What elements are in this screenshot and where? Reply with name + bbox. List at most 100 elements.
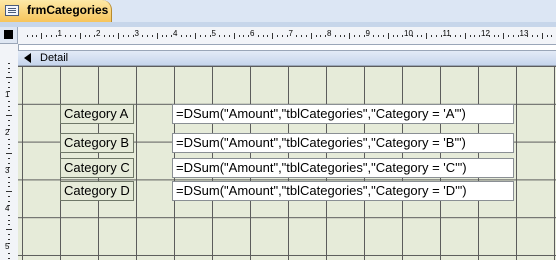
- label-category-d[interactable]: Category D: [60, 181, 134, 201]
- ruler-number: 3: [134, 29, 139, 38]
- ruler-tick: [488, 35, 490, 37]
- ruler-tick: [8, 238, 10, 240]
- ruler-tick: [6, 229, 12, 230]
- ruler-tick: [233, 33, 235, 39]
- form-selector[interactable]: [0, 27, 18, 44]
- ruler-tick: [228, 35, 230, 37]
- ruler-tick: [344, 35, 346, 37]
- detail-section[interactable]: Category A =DSum("Amount","tblCategories…: [18, 66, 556, 260]
- tab-label: frmCategories: [27, 3, 109, 17]
- ruler-tick: [8, 105, 10, 107]
- ruler-number: 5: [5, 242, 10, 251]
- ruler-tick: [541, 33, 543, 39]
- ruler-number: 4: [5, 204, 10, 213]
- ruler-tick: [190, 35, 192, 37]
- ruler-tick: [8, 110, 10, 112]
- ruler-tick: [334, 35, 336, 37]
- label-category-a[interactable]: Category A: [60, 104, 134, 124]
- ruler-tick: [147, 35, 149, 37]
- ruler-tick: [8, 233, 10, 235]
- form-selector-icon: [4, 30, 13, 39]
- ruler-tick: [6, 153, 12, 154]
- ruler-tick: [459, 35, 461, 37]
- textbox-category-a[interactable]: =DSum("Amount","tblCategories","Category…: [172, 104, 514, 124]
- ruler-tick: [204, 35, 206, 37]
- ruler-number: 8: [327, 29, 332, 38]
- ruler-number: 1: [57, 29, 62, 38]
- ruler-number: 5: [211, 29, 216, 38]
- ruler-tick: [536, 35, 538, 37]
- ruler-tick: [79, 33, 81, 39]
- textbox-category-b[interactable]: =DSum("Amount","tblCategories","Category…: [172, 133, 514, 153]
- ruler-tick: [498, 35, 500, 37]
- horizontal-ruler[interactable]: 1234567891011121314: [18, 27, 556, 45]
- ruler-tick: [8, 214, 10, 216]
- ruler-tick: [50, 35, 52, 37]
- ruler-tick: [8, 81, 10, 83]
- label-category-c[interactable]: Category C: [60, 158, 134, 178]
- ruler-tick: [382, 35, 384, 37]
- ruler-tick: [6, 191, 12, 192]
- ruler-tick: [26, 35, 28, 37]
- ruler-tick: [8, 181, 10, 183]
- ruler-tick: [310, 33, 312, 39]
- ruler-tick: [74, 35, 76, 37]
- ruler-tick: [8, 176, 10, 178]
- ruler-tick: [41, 33, 43, 39]
- ruler-number: 4: [173, 29, 178, 38]
- ruler-tick: [142, 35, 144, 37]
- ruler-number: 2: [5, 128, 10, 137]
- ruler-tick: [103, 35, 105, 37]
- ruler-tick: [113, 35, 115, 37]
- ruler-tick: [8, 252, 10, 254]
- ruler-tick: [6, 77, 12, 78]
- ruler-tick: [512, 35, 514, 37]
- ruler-tick: [373, 35, 375, 37]
- ruler-number: 3: [5, 166, 10, 175]
- ruler-tick: [84, 35, 86, 37]
- tab-frmcategories[interactable]: frmCategories: [0, 0, 112, 22]
- ruler-tick: [8, 162, 10, 164]
- ruler-tick: [397, 35, 399, 37]
- ruler-tick: [546, 35, 548, 37]
- textbox-category-d[interactable]: =DSum("Amount","tblCategories","Category…: [172, 181, 514, 201]
- ruler-tick: [532, 35, 534, 37]
- ruler-tick: [31, 35, 33, 37]
- ruler-number: 1: [5, 90, 10, 99]
- ruler-tick: [296, 35, 298, 37]
- ruler-tick: [127, 35, 129, 37]
- ruler-tick: [503, 33, 505, 39]
- ruler-tick: [262, 35, 264, 37]
- ruler-tick: [8, 219, 10, 221]
- ruler-tick: [257, 35, 259, 37]
- ruler-number: 9: [365, 29, 370, 38]
- ruler-tick: [354, 35, 356, 37]
- ruler-tick: [527, 35, 529, 37]
- ruler-tick: [6, 115, 12, 116]
- ruler-tick: [185, 35, 187, 37]
- ruler-tick: [315, 35, 317, 37]
- ruler-number: 2: [96, 29, 101, 38]
- ruler-tick: [320, 35, 322, 37]
- ruler-tick: [46, 35, 48, 37]
- ruler-tick: [238, 35, 240, 37]
- ruler-tick: [243, 35, 245, 37]
- ruler-tick: [8, 195, 10, 197]
- detail-section-header[interactable]: Detail: [18, 50, 556, 66]
- textbox-category-c[interactable]: =DSum("Amount","tblCategories","Category…: [172, 158, 514, 178]
- ruler-tick: [387, 33, 389, 39]
- vertical-ruler[interactable]: 1 2 3 4 5: [0, 44, 19, 260]
- ruler-tick: [551, 35, 553, 37]
- ruler-tick: [195, 33, 197, 39]
- ruler-tick: [8, 186, 10, 188]
- ruler-tick: [8, 72, 10, 74]
- ruler-tick: [8, 100, 10, 102]
- ruler-tick: [508, 35, 510, 37]
- ruler-tick: [8, 143, 10, 145]
- label-category-b[interactable]: Category B: [60, 133, 134, 153]
- ruler-tick: [118, 33, 120, 39]
- ruler-tick: [474, 35, 476, 37]
- ruler-tick: [450, 35, 452, 37]
- ruler-tick: [8, 119, 10, 121]
- ruler-tick: [349, 33, 351, 39]
